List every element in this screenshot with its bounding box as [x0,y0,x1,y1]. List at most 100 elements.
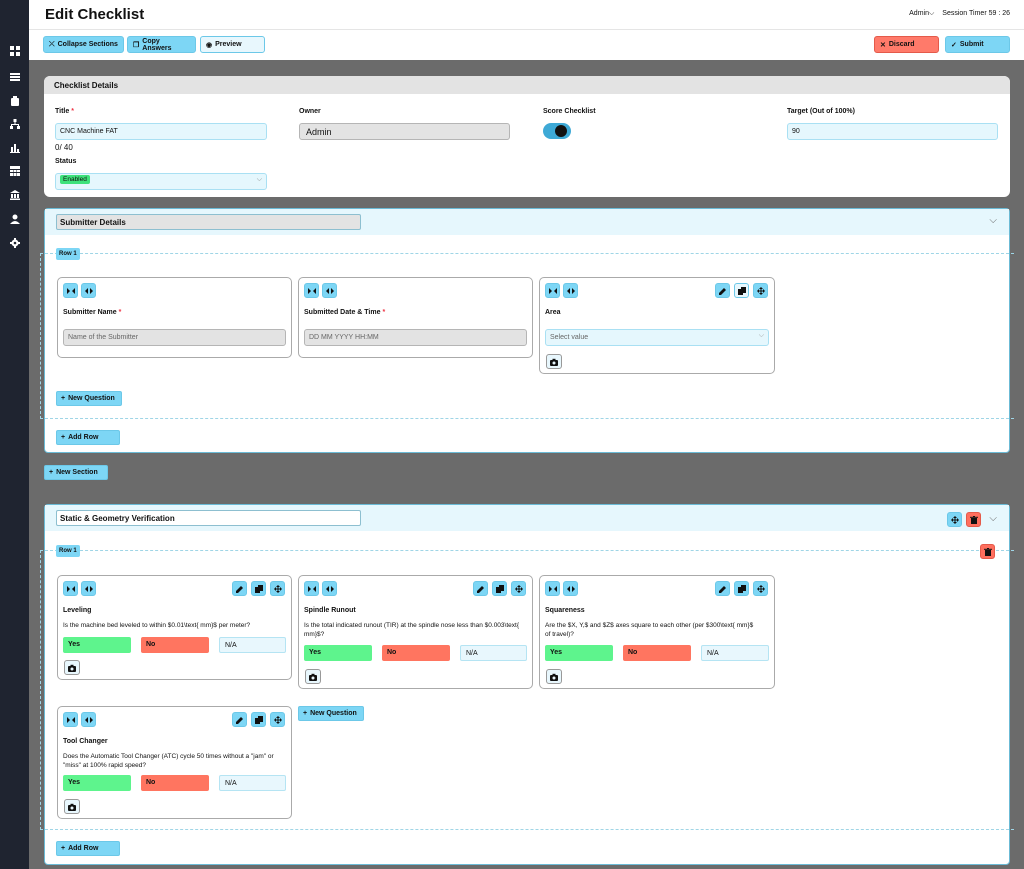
copy-icon[interactable] [492,581,507,596]
expand-icon[interactable] [322,581,337,596]
score-toggle[interactable] [543,123,571,139]
date-time-input[interactable]: DD MM YYYY HH:MM [304,329,527,346]
expand-icon[interactable] [322,283,337,298]
move-icon[interactable] [270,712,285,727]
question-label: Submitter Name * [63,309,122,316]
collapse-icon[interactable] [545,581,560,596]
answer-no-button[interactable]: No [623,645,691,661]
camera-icon[interactable] [64,799,80,814]
new-question-button[interactable]: + New Question [56,391,122,406]
table-icon[interactable] [9,165,20,176]
copy-icon[interactable] [251,581,266,596]
edit-icon[interactable] [232,712,247,727]
trash-icon[interactable] [966,512,981,527]
title-input[interactable]: CNC Machine FAT [55,123,267,140]
move-icon[interactable] [511,581,526,596]
move-icon[interactable] [753,581,768,596]
collapse-icon[interactable] [63,283,78,298]
edit-icon[interactable] [232,581,247,596]
camera-icon[interactable] [305,669,321,684]
session-timer: Session Timer 59 : 26 [942,10,1010,17]
status-badge: Enabled [60,175,90,184]
camera-icon[interactable] [546,354,562,369]
collapse-icon[interactable] [304,581,319,596]
answer-yes-button[interactable]: Yes [63,775,131,791]
collapse-icon[interactable] [63,712,78,727]
chevron-down-icon[interactable]: ⌵ [989,215,997,226]
edit-icon[interactable] [715,283,730,298]
eye-icon: ◉ [206,41,213,49]
expand-icon[interactable] [563,581,578,596]
collapse-icon[interactable] [63,581,78,596]
area-select[interactable]: Select value ⌵ [545,329,769,346]
question-label: Submitted Date & Time * [304,309,386,316]
answer-na-button[interactable]: N/A [219,637,286,653]
answer-no-button[interactable]: No [141,775,209,791]
copy-icon[interactable] [734,283,749,298]
copy-answers-button[interactable]: ❐ Copy Answers [127,36,196,53]
answer-yes-button[interactable]: Yes [63,637,131,653]
move-icon[interactable] [947,512,962,527]
answer-yes-button[interactable]: Yes [545,645,613,661]
add-row-button[interactable]: + Add Row [56,430,120,445]
edit-icon[interactable] [473,581,488,596]
new-question-button[interactable]: + New Question [298,706,364,721]
owner-label: Owner [299,108,321,115]
hierarchy-icon[interactable] [9,118,20,129]
chart-icon[interactable] [9,142,20,153]
trash-icon[interactable] [980,544,995,559]
question-card: Tool Changer Does the Automatic Tool Cha… [57,706,292,819]
answer-yes-button[interactable]: Yes [304,645,372,661]
answer-no-button[interactable]: No [141,637,209,653]
answer-na-button[interactable]: N/A [219,775,286,791]
expand-icon[interactable] [563,283,578,298]
list-icon[interactable] [9,71,20,82]
copy-icon[interactable] [734,581,749,596]
camera-icon[interactable] [546,669,562,684]
collapse-sections-button[interactable]: ⤫ Collapse Sections [43,36,124,53]
target-label: Target (Out of 100%) [787,108,855,115]
question-title: Leveling [63,607,92,614]
section-name-input[interactable]: Static & Geometry Verification [56,510,361,526]
edit-icon[interactable] [715,581,730,596]
card-title: Checklist Details [44,76,1010,94]
question-card: Spindle Runout Is the total indicated ru… [298,575,533,689]
owner-input[interactable]: Admin [299,123,510,140]
collapse-icon[interactable] [304,283,319,298]
question-text: Is the total indicated runout (TIR) at t… [304,622,519,638]
target-input[interactable]: 90 [787,123,998,140]
building-icon[interactable] [9,189,20,200]
expand-icon[interactable] [81,581,96,596]
answer-na-button[interactable]: N/A [460,645,527,661]
answer-na-button[interactable]: N/A [701,645,769,661]
move-icon[interactable] [753,283,768,298]
close-icon: ✕ [880,41,886,49]
status-select[interactable]: Enabled ⌵ [55,173,267,190]
question-card: Leveling Is the machine bed leveled to w… [57,575,292,680]
section-name-input[interactable]: Submitter Details [56,214,361,230]
plus-icon: + [61,845,66,852]
camera-icon[interactable] [64,660,80,675]
plus-icon: + [303,710,308,717]
discard-button[interactable]: ✕ Discard [874,36,939,53]
add-row-button[interactable]: + Add Row [56,841,120,856]
copy-icon[interactable] [251,712,266,727]
dashboard-icon[interactable] [9,45,20,56]
chevron-down-icon[interactable]: ⌵ [989,513,997,524]
new-section-button[interactable]: + New Section [44,465,108,480]
move-icon[interactable] [270,581,285,596]
expand-icon[interactable] [81,712,96,727]
user-menu[interactable]: Admin⌵ [909,10,934,18]
question-text: Does the Automatic Tool Changer (ATC) cy… [63,753,274,769]
question-title: Squareness [545,607,585,614]
submit-button[interactable]: ✓ Submit [945,36,1010,53]
user-icon[interactable] [9,213,20,224]
preview-button[interactable]: ◉ Preview [200,36,265,53]
collapse-icon[interactable] [545,283,560,298]
submitter-name-input[interactable]: Name of the Submitter [63,329,286,346]
answer-no-button[interactable]: No [382,645,450,661]
expand-icon[interactable] [81,283,96,298]
question-card: Submitted Date & Time * DD MM YYYY HH:MM [298,277,533,358]
clipboard-icon[interactable] [9,95,20,106]
gear-icon[interactable] [9,237,20,248]
